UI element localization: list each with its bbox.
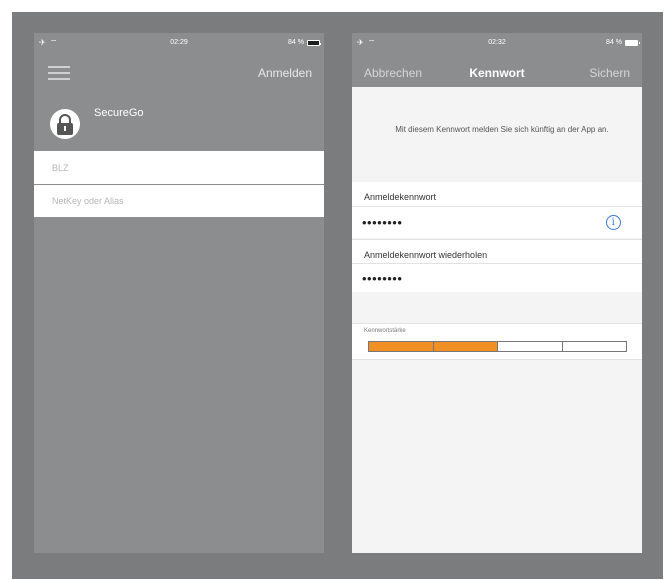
blz-field[interactable]: BLZ bbox=[34, 151, 324, 184]
phone-screen-password: ✈ ⌔ 02:32 84 % Abbrechen Kennwort Sicher… bbox=[352, 33, 642, 553]
password-field[interactable]: •••••••• i bbox=[352, 206, 642, 238]
battery-percent: 84 % bbox=[288, 39, 304, 46]
save-button[interactable]: Sichern bbox=[589, 66, 630, 80]
login-button[interactable]: Anmelden bbox=[258, 66, 312, 80]
password-value: •••••••• bbox=[362, 215, 403, 230]
strength-segment bbox=[562, 342, 626, 351]
strength-segment bbox=[498, 342, 563, 351]
battery-icon bbox=[307, 39, 321, 46]
password-repeat-label: Anmeldekennwort wiederholen bbox=[352, 239, 642, 263]
strength-meter bbox=[368, 341, 627, 352]
status-bar: ✈ ⌔ 02:29 84 % bbox=[34, 33, 324, 53]
phone-screen-login: ✈ ⌔ 02:29 84 % Anmelden SecureGo BLZ Net… bbox=[34, 33, 324, 553]
strength-label: Kennwortstärke bbox=[364, 328, 406, 334]
status-bar: ✈ ⌔ 02:32 84 % bbox=[352, 33, 642, 53]
status-time: 02:32 bbox=[488, 39, 506, 46]
battery-indicator: 84 % bbox=[606, 39, 640, 46]
navigation-bar: ✈ ⌔ 02:32 84 % Abbrechen Kennwort Sicher… bbox=[352, 33, 642, 87]
menu-icon[interactable] bbox=[48, 66, 70, 80]
strength-segment bbox=[433, 342, 498, 351]
info-icon[interactable]: i bbox=[606, 215, 621, 230]
battery-indicator: 84 % bbox=[288, 39, 321, 46]
password-strength-section: Kennwortstärke bbox=[352, 323, 642, 360]
strength-segment bbox=[369, 342, 434, 351]
app-name: SecureGo bbox=[94, 107, 144, 119]
info-text: Mit diesem Kennwort melden Sie sich künf… bbox=[395, 125, 609, 134]
password-repeat-field[interactable]: •••••••• bbox=[352, 263, 642, 292]
lock-icon bbox=[50, 109, 80, 139]
status-time: 02:29 bbox=[170, 39, 188, 46]
password-label: Anmeldekennwort bbox=[352, 182, 642, 206]
password-repeat-value: •••••••• bbox=[362, 270, 403, 286]
battery-icon bbox=[625, 39, 640, 46]
battery-percent: 84 % bbox=[606, 39, 622, 46]
netkey-field[interactable]: NetKey oder Alias bbox=[34, 185, 324, 217]
